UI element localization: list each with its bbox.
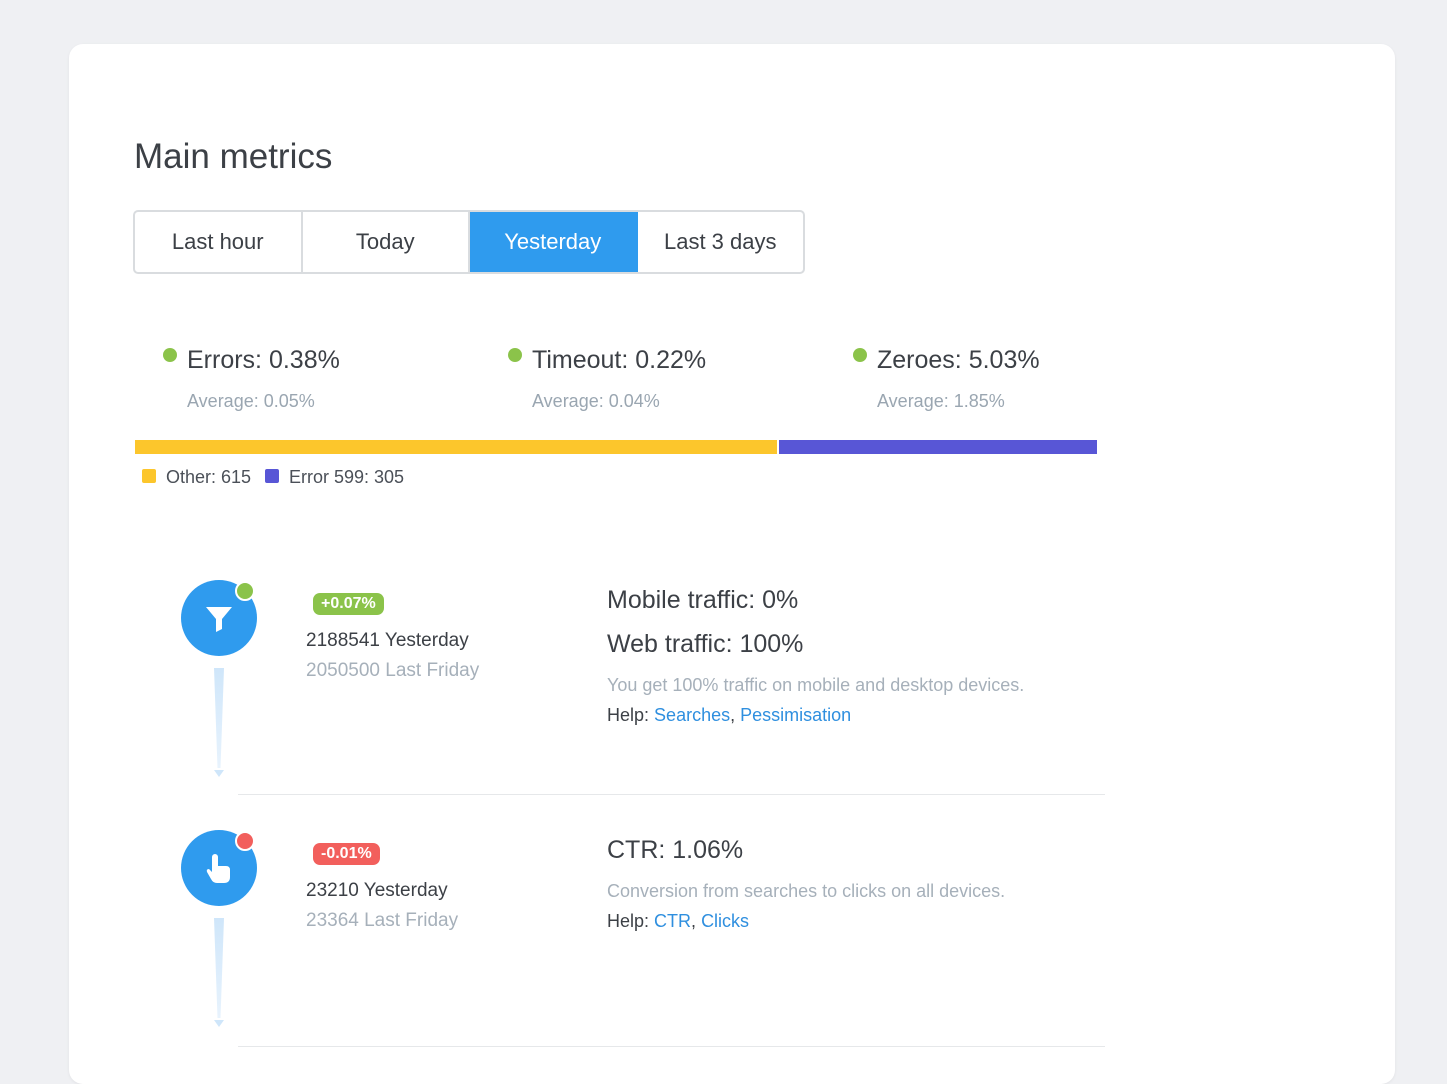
- help-line: Help: Searches, Pessimisation: [607, 705, 851, 726]
- bar-segment-other: [135, 440, 777, 454]
- current-value: 23210 Yesterday: [306, 880, 448, 901]
- arrow-down-icon: [214, 668, 224, 777]
- previous-value: 23364 Last Friday: [306, 910, 459, 931]
- tab-last-hour[interactable]: Last hour: [135, 212, 303, 272]
- bar-segment-error-599: [778, 440, 1097, 454]
- period-tabs: Last hour Today Yesterday Last 3 days: [133, 210, 805, 274]
- page-title: Main metrics: [134, 137, 333, 176]
- errors-stat: Errors: 0.38%: [187, 346, 340, 374]
- legend-swatch-other: [142, 469, 156, 483]
- ctr-heading: CTR: 1.06%: [607, 836, 744, 864]
- status-dot-alert: [235, 831, 255, 851]
- timeout-status-dot: [508, 348, 522, 362]
- help-link-ctr[interactable]: CTR: [654, 911, 691, 931]
- row-divider: [238, 1046, 1105, 1047]
- filter-icon: [206, 607, 232, 632]
- legend-error-599: Error 599: 305: [289, 467, 405, 487]
- help-label: Help:: [607, 705, 650, 725]
- errors-average: Average: 0.05%: [187, 391, 315, 411]
- tab-last-3-days[interactable]: Last 3 days: [638, 212, 804, 272]
- change-badge: -0.01%: [313, 843, 380, 865]
- change-badge: +0.07%: [313, 593, 384, 615]
- current-value: 2188541 Yesterday: [306, 630, 469, 651]
- help-line: Help: CTR, Clicks: [607, 911, 749, 932]
- previous-value: 2050500 Last Friday: [306, 660, 480, 681]
- metric-description: You get 100% traffic on mobile and deskt…: [607, 675, 1025, 695]
- tap-hand-icon: [206, 854, 230, 883]
- tab-today[interactable]: Today: [303, 212, 470, 272]
- arrow-down-icon: [214, 918, 224, 1027]
- zeroes-stat: Zeroes: 5.03%: [877, 346, 1040, 374]
- error-breakdown-bar: [135, 440, 1097, 454]
- mobile-traffic-heading: Mobile traffic: 0%: [607, 586, 799, 614]
- help-label: Help:: [607, 911, 650, 931]
- help-link-clicks[interactable]: Clicks: [701, 911, 749, 931]
- row-divider: [238, 794, 1105, 795]
- zeroes-status-dot: [853, 348, 867, 362]
- web-traffic-heading: Web traffic: 100%: [607, 630, 804, 658]
- help-separator: ,: [691, 911, 702, 931]
- errors-status-dot: [163, 348, 177, 362]
- zeroes-average: Average: 1.85%: [877, 391, 1005, 411]
- legend-swatch-error-599: [265, 469, 279, 483]
- status-dot-ok: [235, 581, 255, 601]
- help-link-pessimisation[interactable]: Pessimisation: [740, 705, 851, 725]
- timeout-stat: Timeout: 0.22%: [532, 346, 707, 374]
- help-link-searches[interactable]: Searches: [654, 705, 730, 725]
- help-separator: ,: [730, 705, 741, 725]
- legend-other: Other: 615: [166, 467, 252, 487]
- tab-yesterday[interactable]: Yesterday: [470, 212, 638, 272]
- metric-description: Conversion from searches to clicks on al…: [607, 881, 1006, 901]
- timeout-average: Average: 0.04%: [532, 391, 660, 411]
